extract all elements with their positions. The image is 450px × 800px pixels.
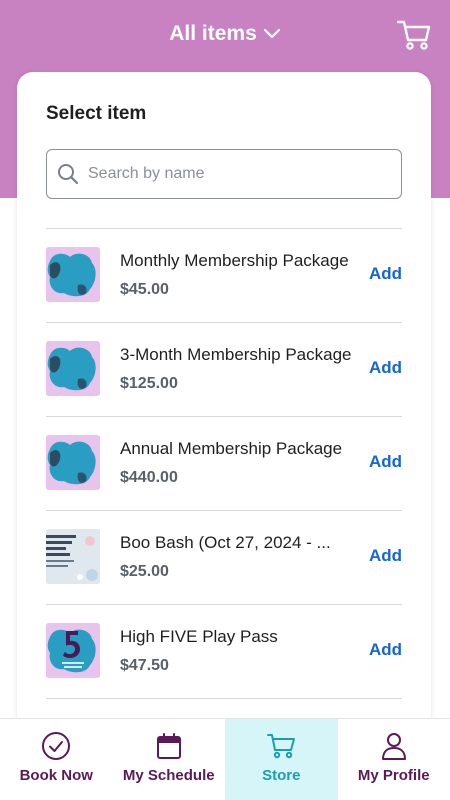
item-name: High FIVE Play Pass — [120, 627, 278, 646]
nav-label: Book Now — [19, 767, 93, 784]
nav-store[interactable]: Store — [225, 719, 338, 800]
category-dropdown-label: All items — [169, 22, 257, 45]
list-item[interactable]: Annual Membership Package $440.00 Add — [46, 416, 402, 510]
3-month-membership-thumbnail — [46, 341, 100, 396]
item-list: Monthly Membership Package $45.00 Add 3-… — [46, 228, 402, 732]
header: All items — [0, 0, 450, 72]
calendar-icon — [156, 733, 181, 759]
item-name: Annual Membership Package — [120, 439, 343, 458]
search-input[interactable] — [88, 165, 388, 183]
nav-label: My Schedule — [122, 767, 215, 784]
search-icon — [58, 164, 79, 185]
add-button[interactable]: Add — [369, 358, 402, 378]
nav-book-now[interactable]: Book Now — [0, 719, 113, 800]
nav-label: My Profile — [357, 767, 430, 784]
nav-label: Store — [262, 767, 301, 784]
list-item[interactable]: Boo Bash (Oct 27, 2024 - ... $25.00 Add — [46, 510, 402, 604]
list-item[interactable]: 3-Month Membership Package $125.00 Add — [46, 322, 402, 416]
search-box[interactable] — [46, 149, 402, 199]
nav-my-profile[interactable]: My Profile — [338, 719, 450, 800]
high-five-play-pass-thumbnail — [46, 623, 100, 678]
item-price: $440.00 — [120, 469, 178, 486]
item-picker-sheet: Select item Monthly Membership Package $… — [17, 72, 431, 732]
item-price: $25.00 — [120, 563, 169, 580]
add-button[interactable]: Add — [369, 546, 402, 566]
item-name: Monthly Membership Package — [120, 251, 349, 270]
boo-bash-flyer-thumbnail — [46, 529, 100, 584]
add-button[interactable]: Add — [369, 640, 402, 660]
add-button[interactable]: Add — [369, 264, 402, 284]
nav-my-schedule[interactable]: My Schedule — [113, 719, 226, 800]
annual-membership-thumbnail — [46, 435, 100, 490]
monthly-membership-thumbnail — [46, 247, 100, 302]
chevron-down-icon — [263, 28, 280, 39]
add-button[interactable]: Add — [369, 452, 402, 472]
sheet-title: Select item — [46, 103, 147, 124]
check-circle-icon — [42, 732, 71, 760]
cart-icon — [267, 734, 296, 759]
cart-icon[interactable] — [396, 18, 432, 52]
item-price: $47.50 — [120, 657, 169, 674]
item-price: $45.00 — [120, 281, 169, 298]
item-name: 3-Month Membership Package — [120, 345, 352, 364]
person-icon — [381, 733, 406, 760]
item-price: $125.00 — [120, 375, 178, 392]
item-name: Boo Bash (Oct 27, 2024 - ... — [120, 533, 331, 552]
category-dropdown[interactable]: All items — [0, 22, 450, 46]
list-item[interactable]: High FIVE Play Pass $47.50 Add — [46, 604, 402, 698]
list-item[interactable]: Monthly Membership Package $45.00 Add — [46, 228, 402, 322]
bottom-nav: Book Now My Schedule Store My Profile — [0, 718, 450, 800]
